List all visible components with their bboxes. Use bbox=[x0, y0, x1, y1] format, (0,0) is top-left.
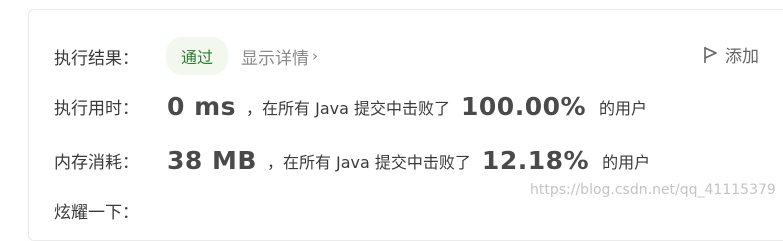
runtime-label: 执行用时： bbox=[54, 99, 139, 119]
memory-label: 内存消耗： bbox=[54, 153, 139, 173]
flag-icon bbox=[703, 46, 719, 64]
runtime-percent: 100.00% bbox=[461, 92, 587, 121]
memory-value: 38 MB bbox=[167, 146, 257, 175]
memory-prefix: ，在所有 Java 提交中击败了 bbox=[266, 152, 471, 172]
status-badge: 通过 bbox=[166, 37, 229, 75]
add-note-label: 添加 bbox=[725, 47, 759, 67]
result-row: 执行结果： 通过 显示详情 › bbox=[54, 37, 318, 75]
memory-percent: 12.18% bbox=[481, 146, 590, 175]
watermark: https://blog.csdn.net/qq_41115379 bbox=[530, 182, 776, 198]
chevron-right-icon: › bbox=[312, 47, 319, 65]
memory-suffix: 的用户 bbox=[602, 152, 651, 172]
runtime-row: 执行用时： 0 ms ，在所有 Java 提交中击败了 100.00% 的用户 bbox=[54, 92, 647, 121]
share-label: 炫耀一下： bbox=[54, 203, 139, 223]
runtime-suffix: 的用户 bbox=[599, 98, 648, 118]
add-note-button[interactable]: 添加 bbox=[703, 42, 759, 67]
show-details-label: 显示详情 bbox=[241, 48, 310, 69]
memory-row: 内存消耗： 38 MB ，在所有 Java 提交中击败了 12.18% 的用户 bbox=[54, 146, 650, 175]
result-label: 执行结果： bbox=[54, 48, 139, 69]
runtime-value: 0 ms bbox=[167, 92, 237, 121]
runtime-prefix: ，在所有 Java 提交中击败了 bbox=[246, 98, 451, 118]
show-details-link[interactable]: 显示详情 › bbox=[241, 44, 318, 69]
